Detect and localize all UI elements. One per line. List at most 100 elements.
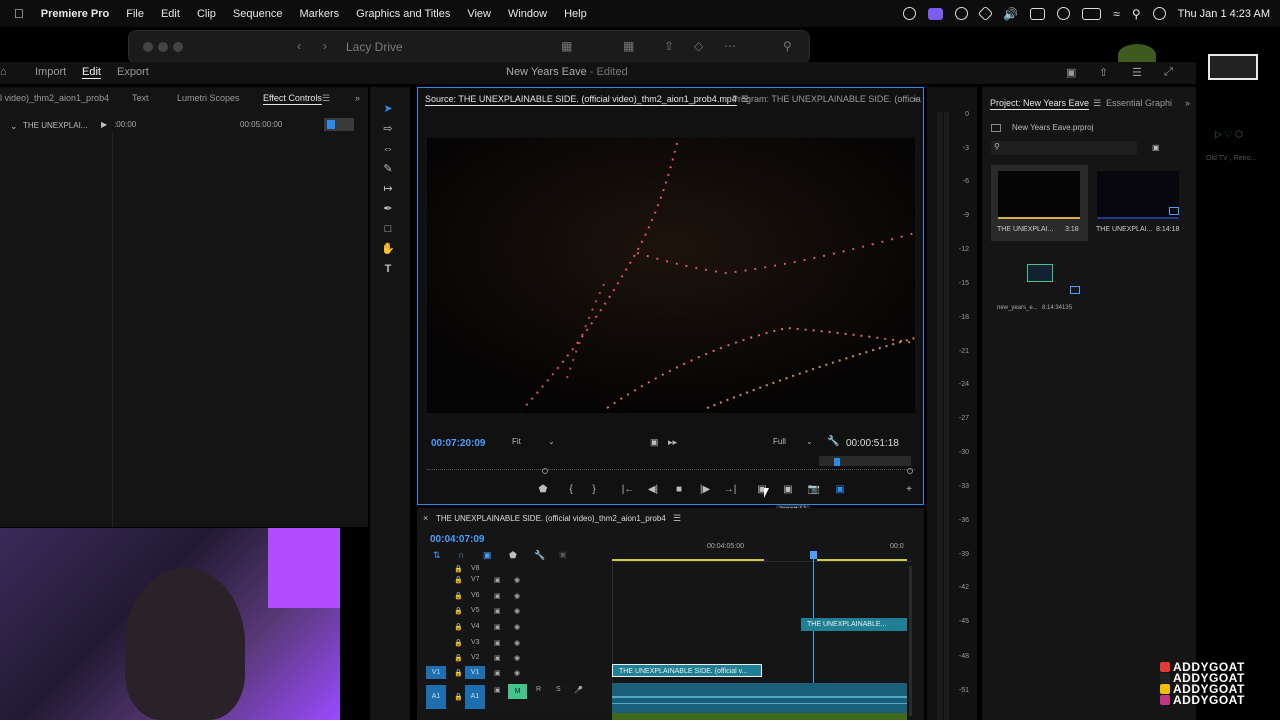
ec-playhead-marker[interactable]: [327, 120, 335, 129]
monitor-overflow-icon[interactable]: »: [913, 94, 918, 104]
export-frame-icon[interactable]: 📷: [806, 484, 822, 495]
work-area-bar[interactable]: [612, 559, 764, 561]
track-header-v1[interactable]: V1 🔒 V1 ▣ ◉: [418, 666, 612, 682]
play-icon[interactable]: [1057, 7, 1071, 20]
zoom-scroll-end[interactable]: [907, 468, 913, 474]
play-triangle-icon[interactable]: ▶: [101, 120, 107, 129]
resolution-select[interactable]: Full ⌄: [773, 437, 819, 451]
home-icon[interactable]: ⌂: [0, 66, 7, 78]
forward-icon[interactable]: ›: [323, 39, 327, 53]
track-target-v1[interactable]: V1: [465, 666, 485, 679]
creative-cloud-icon[interactable]: [903, 7, 917, 20]
tab-project[interactable]: Project: New Years Eave ☰: [990, 98, 1101, 109]
audio-clip-lower[interactable]: [612, 713, 907, 720]
window-close-dot[interactable]: [143, 42, 153, 52]
control-center-icon[interactable]: [1152, 7, 1166, 20]
project-item[interactable]: new_years_e... 8:14:34135: [991, 255, 1088, 319]
lock-icon[interactable]: 🔒: [454, 623, 463, 631]
linked-selection-icon[interactable]: ▣: [483, 550, 492, 561]
vpn-icon[interactable]: [978, 5, 994, 22]
back-icon[interactable]: ‹: [297, 39, 301, 53]
selection-tool-icon[interactable]: ➤: [381, 102, 395, 116]
group-icon[interactable]: ▦: [623, 39, 634, 53]
search-icon[interactable]: ⚲: [1132, 7, 1141, 21]
sync-lock-icon[interactable]: ▣: [494, 654, 501, 662]
obs-icon[interactable]: [955, 7, 969, 20]
source-patch-a1[interactable]: A1: [426, 685, 446, 709]
tab-effect-controls[interactable]: Effect Controls: [263, 93, 322, 103]
timeline-scrollbar[interactable]: [909, 566, 912, 716]
track-header-v5[interactable]: 🔒 V5 ▣ ◉: [418, 604, 612, 620]
panel-menu-icon[interactable]: ☰: [322, 93, 330, 104]
toggle-proxy-icon[interactable]: ▣: [832, 484, 848, 495]
tab-essential-graphics[interactable]: Essential Graphi: [1106, 98, 1172, 108]
sync-lock-icon[interactable]: ▣: [494, 576, 501, 584]
new-bin-icon[interactable]: ▣: [1152, 143, 1160, 152]
fullscreen-icon[interactable]: ⤢: [1164, 66, 1173, 79]
snap-icon[interactable]: ∩: [458, 550, 464, 560]
audio-clip[interactable]: [612, 683, 907, 713]
eye-icon[interactable]: ◉: [514, 607, 520, 615]
workspace-menu-icon[interactable]: ☰: [1132, 66, 1142, 79]
eye-icon[interactable]: ◉: [514, 592, 520, 600]
track-header-v2[interactable]: 🔒 V2 ▣ ◉: [418, 651, 612, 667]
lock-icon[interactable]: 🔒: [454, 654, 463, 662]
menu-edit[interactable]: Edit: [161, 8, 180, 20]
menu-clip[interactable]: Clip: [197, 8, 216, 20]
track-select-tool-icon[interactable]: ⇨: [381, 122, 395, 136]
go-to-in-icon[interactable]: |←: [620, 484, 636, 495]
tab-edit[interactable]: Edit: [82, 66, 101, 78]
lock-icon[interactable]: 🔒: [454, 607, 463, 615]
desktop-thumbnail[interactable]: [1208, 54, 1258, 80]
timeline-settings-icon[interactable]: 🔧: [534, 550, 545, 561]
eye-icon[interactable]: ◉: [514, 623, 520, 631]
sequence-tab[interactable]: THE UNEXPLAINABLE SIDE. (official video)…: [436, 514, 666, 523]
window-min-dot[interactable]: [158, 42, 168, 52]
tab-source-monitor[interactable]: Source: THE UNEXPLAINABLE SIDE. (officia…: [425, 94, 749, 105]
project-search-input[interactable]: ⚲: [991, 141, 1137, 155]
window-max-dot[interactable]: [173, 42, 183, 52]
sync-lock-icon[interactable]: ▣: [494, 592, 501, 600]
clock[interactable]: Thu Jan 1 4:23 AM: [1178, 8, 1270, 20]
tag-icon[interactable]: ◇: [694, 39, 703, 53]
timeline-playhead-head[interactable]: [810, 551, 817, 559]
close-sequence-icon[interactable]: ×: [423, 513, 428, 523]
overwrite-icon[interactable]: ▣: [780, 484, 796, 495]
eye-icon[interactable]: ◉: [514, 576, 520, 584]
video-preview[interactable]: [427, 138, 915, 413]
track-header-a1[interactable]: A1 🔒 A1 ▣ M R S 🎤: [418, 683, 612, 711]
drag-video-icon[interactable]: ▸▸: [668, 437, 677, 448]
razor-tool-icon[interactable]: ✎: [381, 162, 395, 176]
track-header-v3[interactable]: 🔒 V3 ▣ ◉: [418, 636, 612, 652]
hand-tool-icon[interactable]: ✋: [381, 242, 395, 256]
stop-icon[interactable]: ■: [671, 484, 687, 495]
side-panel-icons[interactable]: ▷ ♡ ⬡: [1215, 129, 1243, 140]
more-icon[interactable]: ⋯: [724, 39, 736, 53]
record-button[interactable]: R: [536, 686, 541, 693]
solo-button[interactable]: S: [556, 686, 561, 693]
menu-sequence[interactable]: Sequence: [233, 8, 283, 20]
tab-import[interactable]: Import: [35, 66, 66, 78]
microphone-icon[interactable]: 🎤: [574, 686, 583, 694]
pen-tool-icon[interactable]: ✒: [381, 202, 395, 216]
zoom-select[interactable]: Fit ⌄: [512, 437, 558, 451]
menu-app-name[interactable]: Premiere Pro: [41, 8, 109, 20]
type-tool-icon[interactable]: T: [381, 262, 395, 276]
sync-lock-icon[interactable]: ▣: [494, 686, 501, 694]
eye-icon[interactable]: ◉: [514, 669, 520, 677]
sync-lock-icon[interactable]: ▣: [494, 607, 501, 615]
menu-help[interactable]: Help: [564, 8, 587, 20]
button-editor-icon[interactable]: +: [901, 484, 917, 495]
source-in-out-range[interactable]: [819, 456, 911, 466]
step-forward-icon[interactable]: |▶: [697, 484, 713, 495]
sync-lock-icon[interactable]: ▣: [494, 623, 501, 631]
volume-icon[interactable]: 🔊: [1003, 7, 1018, 21]
sequence-menu-icon[interactable]: ☰: [673, 513, 681, 524]
battery-icon[interactable]: [1082, 7, 1102, 20]
timeline-timecode[interactable]: 00:04:07:09: [430, 534, 484, 545]
lock-icon[interactable]: 🔒: [454, 576, 463, 584]
tab-lumetri-scopes[interactable]: Lumetri Scopes: [177, 93, 240, 103]
track-target-a1[interactable]: A1: [465, 685, 485, 709]
menu-view[interactable]: View: [467, 8, 491, 20]
zoom-scroll-start[interactable]: [542, 468, 548, 474]
